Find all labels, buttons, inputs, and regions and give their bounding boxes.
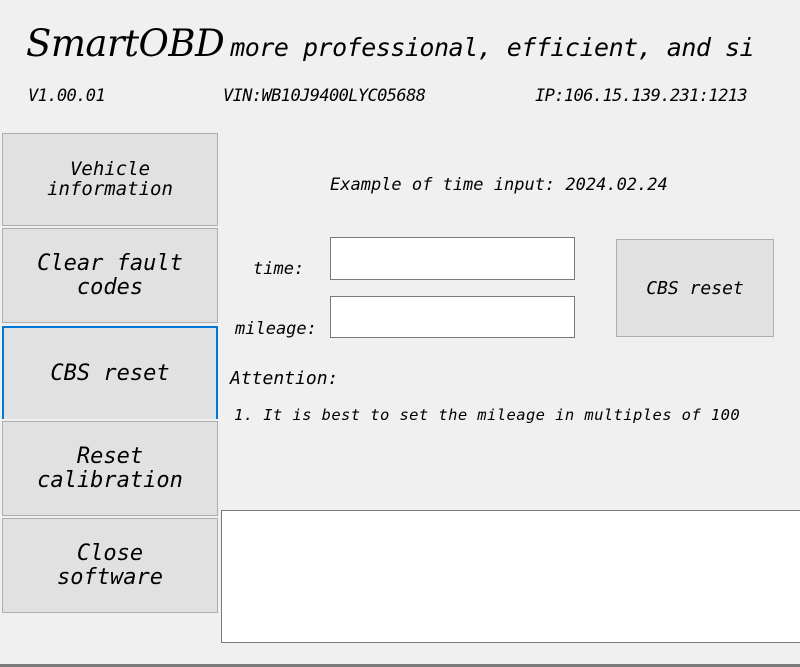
app-name: SmartOBD — [26, 22, 225, 65]
ip-label: IP:106.15.139.231:1213 — [535, 86, 748, 106]
time-input[interactable] — [330, 237, 575, 280]
attention-label: Attention: — [230, 368, 339, 389]
output-textbox[interactable] — [221, 510, 800, 643]
mileage-input[interactable] — [330, 296, 575, 338]
time-input-example: Example of time input: 2024.02.24 — [330, 175, 668, 195]
time-label: time: — [253, 259, 305, 279]
nav-close-software-button[interactable]: Close software — [2, 518, 218, 613]
nav-label-line2: information — [47, 177, 173, 200]
nav-clear-fault-codes-button[interactable]: Clear fault codes — [2, 228, 218, 323]
nav-reset-calibration-button[interactable]: Reset calibration — [2, 421, 218, 516]
app-title: SmartOBD more professional, efficient, an… — [26, 22, 755, 65]
vin-label: VIN:WB10J9400LYC05688 — [223, 86, 426, 106]
app-tagline: more professional, efficient, and si — [230, 33, 755, 62]
nav-vehicle-information-button[interactable]: Vehicle information — [2, 133, 218, 226]
nav-label-line1: Vehicle — [69, 157, 151, 180]
nav-label-line1: Close — [76, 541, 144, 567]
nav-cbs-reset-button[interactable]: CBS reset — [2, 326, 218, 419]
attention-note: 1. It is best to set the mileage in mult… — [234, 406, 741, 424]
nav-label-line2: calibration — [37, 467, 183, 493]
version-label: V1.00.01 — [28, 86, 106, 106]
nav-label-line1: Clear fault — [37, 251, 183, 277]
nav-label-line2: software — [57, 564, 163, 590]
nav-label-line2: codes — [76, 274, 144, 300]
nav-label-line1: Reset — [76, 444, 144, 470]
mileage-label: mileage: — [235, 319, 317, 339]
nav-label-line1: CBS reset — [50, 360, 170, 386]
cbs-reset-button[interactable]: CBS reset — [616, 239, 774, 337]
